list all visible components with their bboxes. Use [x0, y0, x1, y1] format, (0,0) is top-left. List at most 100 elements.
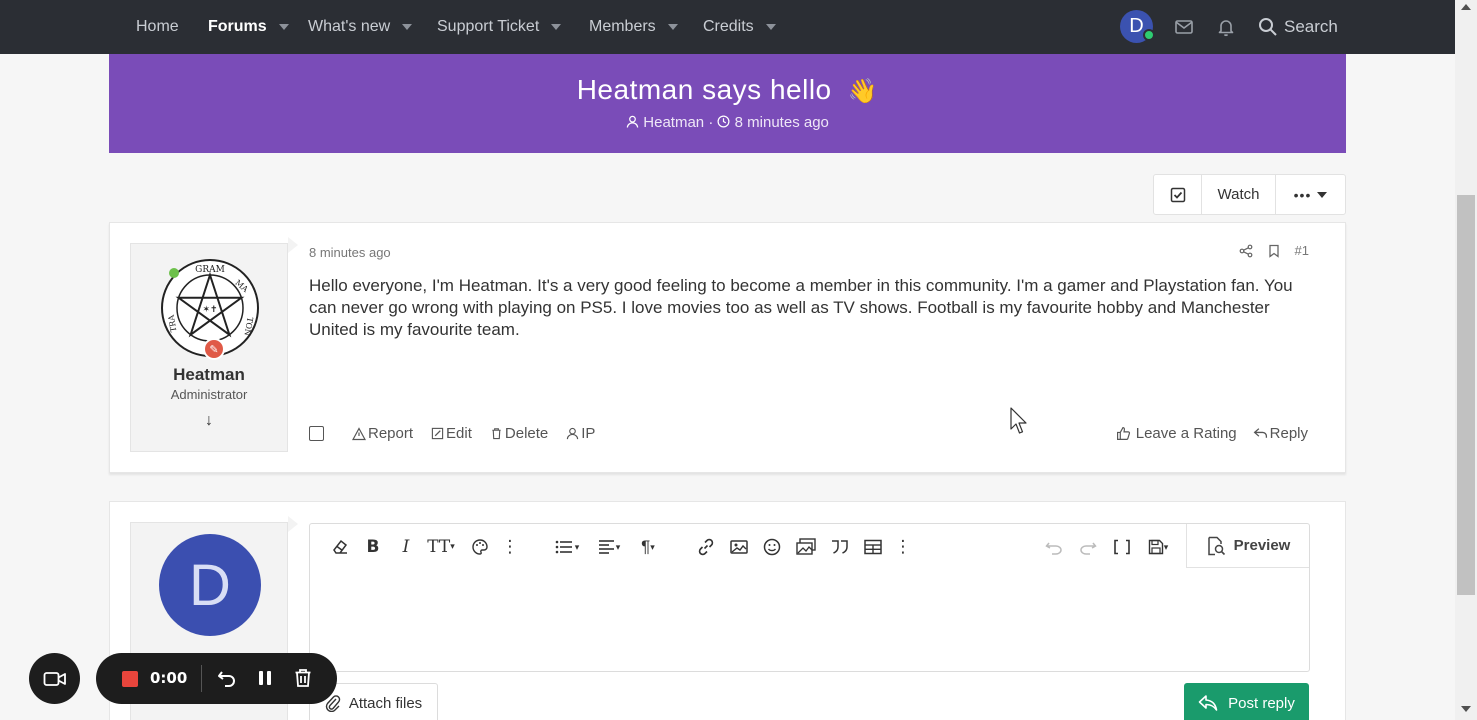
- warning-icon: [352, 426, 366, 440]
- caret-down-icon[interactable]: [402, 24, 413, 30]
- image-icon[interactable]: [728, 536, 750, 558]
- ip-label: IP: [581, 425, 596, 442]
- account-avatar-letter: D: [1129, 15, 1144, 37]
- more-vertical-icon[interactable]: ⋮: [499, 536, 521, 558]
- nav-whats-new-label: What's new: [308, 18, 391, 35]
- post-tools: #1: [1239, 243, 1309, 258]
- delete-link[interactable]: Delete: [490, 425, 548, 442]
- expand-arrow-icon[interactable]: ↓: [131, 412, 287, 430]
- italic-icon[interactable]: I: [395, 536, 417, 558]
- thread-author-link[interactable]: Heatman: [643, 114, 704, 131]
- waving-hand-icon: 👋: [847, 78, 879, 105]
- svg-text:GRAM: GRAM: [195, 265, 225, 275]
- post-author-title: Administrator: [170, 387, 248, 402]
- edit-label: Edit: [446, 425, 472, 442]
- stop-recording-button[interactable]: [122, 671, 138, 687]
- post-number-link[interactable]: #1: [1295, 243, 1309, 258]
- camera-toggle-button[interactable]: [29, 653, 80, 704]
- nav-forums[interactable]: Forums: [208, 0, 289, 54]
- thumbs-up-icon: [1116, 427, 1130, 440]
- clear-formatting-eraser-icon[interactable]: [329, 536, 351, 558]
- reply-icon: [1253, 428, 1267, 438]
- bell-icon[interactable]: [1216, 17, 1236, 37]
- thread-meta: Heatman · 8 minutes ago: [109, 114, 1346, 131]
- clock-icon: [717, 115, 730, 128]
- post-author-name[interactable]: Heatman: [131, 365, 287, 385]
- text-size-icon[interactable]: TT ▾: [425, 536, 457, 558]
- preview-label: Preview: [1233, 537, 1291, 554]
- preview-icon: [1207, 536, 1225, 555]
- svg-text:✶✝: ✶✝: [202, 305, 217, 315]
- scroll-thumb[interactable]: [1457, 195, 1475, 595]
- trash-icon[interactable]: [292, 667, 314, 689]
- search-button[interactable]: Search: [1258, 0, 1338, 54]
- more-vertical-icon[interactable]: ⋮: [892, 536, 914, 558]
- save-draft-icon[interactable]: ▾: [1142, 536, 1174, 558]
- reply-editor[interactable]: B I TT ▾ ⋮ ▾ ▾ ¶ ▾ ⋮ ▾ Preview: [309, 523, 1310, 672]
- reply-link[interactable]: Reply: [1253, 425, 1308, 442]
- scroll-up-arrow-icon[interactable]: [1461, 4, 1471, 10]
- editor-toolbar: B I TT ▾ ⋮ ▾ ▾ ¶ ▾ ⋮ ▾ Preview: [310, 524, 1309, 568]
- post-time[interactable]: 8 minutes ago: [309, 245, 391, 260]
- nav-whats-new[interactable]: What's new: [308, 0, 413, 54]
- table-icon[interactable]: [862, 536, 884, 558]
- paragraph-icon[interactable]: ¶ ▾: [633, 536, 663, 558]
- list-icon[interactable]: ▾: [550, 536, 584, 558]
- bold-icon[interactable]: B: [362, 536, 384, 558]
- more-options-button[interactable]: •••: [1276, 175, 1345, 214]
- post-actions-right: Leave a Rating Reply: [1116, 425, 1308, 442]
- nav-members[interactable]: Members: [589, 0, 678, 54]
- nav-support-ticket-label: Support Ticket: [437, 18, 540, 35]
- select-thread-button[interactable]: [1154, 175, 1202, 214]
- ip-link[interactable]: IP: [566, 425, 595, 442]
- caret-down-icon: [1317, 191, 1328, 198]
- search-label: Search: [1284, 17, 1338, 36]
- video-camera-icon: [43, 671, 66, 686]
- scroll-down-arrow-icon[interactable]: [1461, 706, 1471, 712]
- thread-time[interactable]: 8 minutes ago: [735, 114, 829, 131]
- online-status-dot: [169, 268, 179, 278]
- edit-icon: [431, 427, 444, 440]
- preview-button[interactable]: Preview: [1186, 524, 1309, 568]
- link-icon[interactable]: [695, 536, 717, 558]
- caret-down-icon[interactable]: [765, 24, 776, 30]
- edit-link[interactable]: Edit: [431, 425, 472, 442]
- recorder-divider: [201, 665, 202, 692]
- bookmark-icon[interactable]: [1267, 244, 1281, 258]
- watch-label: Watch: [1217, 186, 1260, 203]
- mouse-pointer-icon: [1010, 407, 1027, 434]
- redo-icon[interactable]: [1077, 536, 1099, 558]
- caret-down-icon[interactable]: [667, 24, 678, 30]
- online-status-dot: [1143, 29, 1155, 41]
- more-dots-icon: •••: [1293, 186, 1312, 203]
- share-icon[interactable]: [1239, 244, 1253, 258]
- smiley-icon[interactable]: [761, 536, 783, 558]
- user-icon: [567, 427, 579, 440]
- delete-label: Delete: [504, 425, 549, 442]
- align-icon[interactable]: ▾: [592, 536, 626, 558]
- nav-credits[interactable]: Credits: [703, 0, 776, 54]
- nav-support-ticket[interactable]: Support Ticket: [437, 0, 562, 54]
- thread-header: Heatman says hello 👋 Heatman · 8 minutes…: [109, 54, 1346, 153]
- undo-icon[interactable]: [1043, 536, 1065, 558]
- media-gallery-icon[interactable]: [795, 536, 817, 558]
- caret-down-icon[interactable]: [551, 24, 562, 30]
- page-scrollbar[interactable]: [1455, 0, 1477, 720]
- pause-icon[interactable]: [254, 667, 276, 689]
- nav-home[interactable]: Home: [136, 0, 179, 54]
- post-reply-button[interactable]: Post reply: [1184, 683, 1309, 720]
- watch-button[interactable]: Watch: [1202, 175, 1276, 214]
- restart-icon[interactable]: [216, 667, 238, 689]
- bbcode-toggle-icon[interactable]: [1111, 536, 1133, 558]
- report-link[interactable]: Report: [352, 425, 413, 442]
- current-user-avatar[interactable]: D: [159, 534, 261, 636]
- color-palette-icon[interactable]: [469, 536, 491, 558]
- select-post-checkbox[interactable]: [309, 426, 324, 441]
- pencil-badge-icon: ✎: [203, 338, 225, 360]
- inbox-icon[interactable]: [1174, 17, 1194, 37]
- caret-down-icon[interactable]: [278, 24, 289, 30]
- user-icon: [626, 115, 639, 128]
- quote-icon[interactable]: [829, 536, 851, 558]
- leave-rating-link[interactable]: Leave a Rating: [1116, 425, 1237, 442]
- post-actions-left: Report Edit Delete IP: [309, 425, 595, 442]
